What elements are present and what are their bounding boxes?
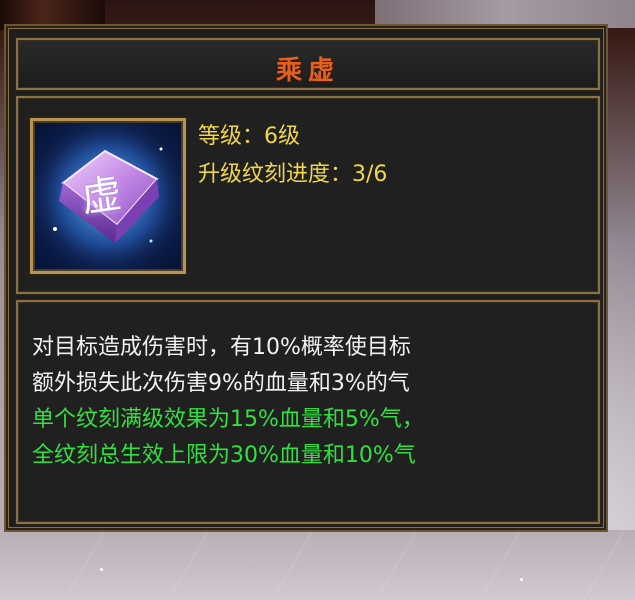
- info-lines: 等级：6级 升级纹刻进度：3/6: [198, 118, 387, 194]
- tooltip-title: 乘虚: [275, 56, 340, 86]
- sparkle-effect: [100, 568, 103, 571]
- bonus-line: 单个纹刻满级效果为15%血量和5%气，: [32, 407, 424, 432]
- tooltip-title-bar: 乘虚: [16, 38, 600, 90]
- description-line: 额外损失此次伤害9%的血量和3%的气: [32, 371, 410, 396]
- description-panel: 对目标造成伤害时，有10%概率使目标 额外损失此次伤害9%的血量和3%的气 单个…: [16, 300, 600, 524]
- rune-glyph: 虚: [78, 170, 125, 222]
- upgrade-progress-label: 升级纹刻进度：3/6: [198, 162, 388, 187]
- description-text: 对目标造成伤害时，有10%概率使目标 额外损失此次伤害9%的血量和3%的气 单个…: [32, 330, 588, 474]
- info-panel: 虚 等级：6级 升级纹刻进度：3/6: [16, 96, 600, 294]
- sparkle-effect: [520, 578, 523, 581]
- description-line: 对目标造成伤害时，有10%概率使目标: [32, 335, 411, 360]
- level-label: 等级：6级: [198, 124, 300, 149]
- rune-icon-slot[interactable]: 虚: [30, 118, 186, 274]
- background-floor: [0, 530, 635, 600]
- bonus-line: 全纹刻总生效上限为30%血量和10%气: [32, 443, 416, 468]
- skill-tooltip: 乘虚 虚 等级：6级 升级纹刻进度：3/6 对目标造成伤害时，有10%概率使目标…: [4, 24, 608, 532]
